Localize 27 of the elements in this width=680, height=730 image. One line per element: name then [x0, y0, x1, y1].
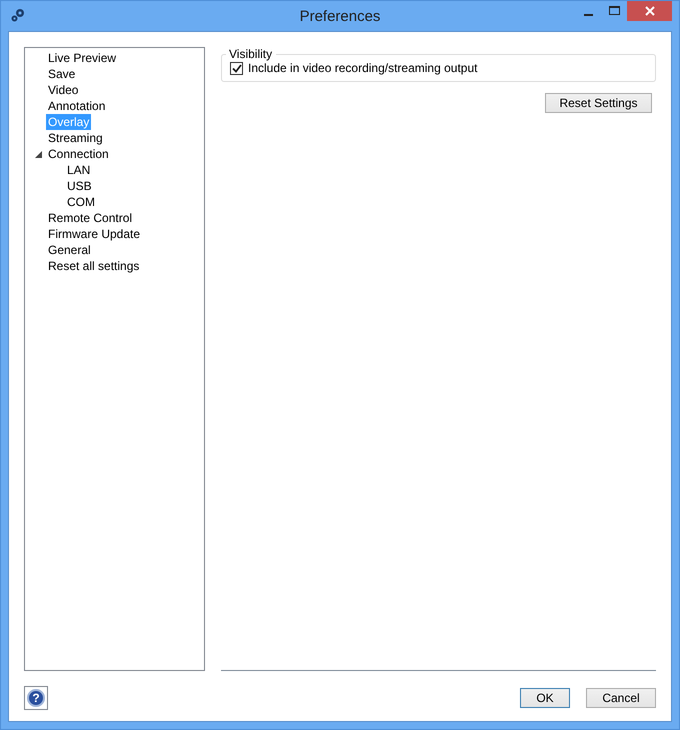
tree-item[interactable]: Remote Control — [46, 210, 134, 226]
checkbox[interactable] — [230, 62, 243, 74]
reset-settings-button[interactable]: Reset Settings — [545, 93, 652, 113]
tree-item[interactable]: COM — [65, 194, 97, 210]
maximize-icon — [608, 6, 620, 16]
group-title: Visibility — [228, 47, 274, 61]
checkbox-label: Include in video recording/streaming output — [248, 61, 478, 75]
tree-item[interactable]: Live Preview — [46, 50, 118, 66]
dialog-button[interactable]: OK — [520, 688, 570, 708]
close-icon — [644, 6, 654, 16]
tree-item[interactable]: Annotation — [46, 98, 108, 114]
tree-item[interactable]: Firmware Update — [46, 226, 142, 242]
tree-item[interactable]: Connection — [46, 146, 111, 162]
close-button[interactable] — [627, 1, 672, 21]
tree-item[interactable]: USB — [65, 178, 94, 194]
tree-item[interactable]: General — [46, 242, 93, 258]
window-title: Preferences — [300, 8, 380, 25]
tree-item[interactable]: Reset all settings — [46, 258, 142, 274]
dialog-button[interactable]: Cancel — [586, 688, 656, 708]
gears-icon — [10, 7, 26, 23]
minimize-icon — [584, 14, 592, 16]
tree-item[interactable]: Video — [46, 82, 80, 98]
expander-icon[interactable] — [35, 150, 42, 158]
tree-item[interactable]: LAN — [65, 162, 92, 178]
tree-item[interactable]: Save — [46, 66, 78, 82]
help-button[interactable]: ? — [24, 686, 48, 710]
tree-item[interactable]: Streaming — [46, 130, 105, 146]
